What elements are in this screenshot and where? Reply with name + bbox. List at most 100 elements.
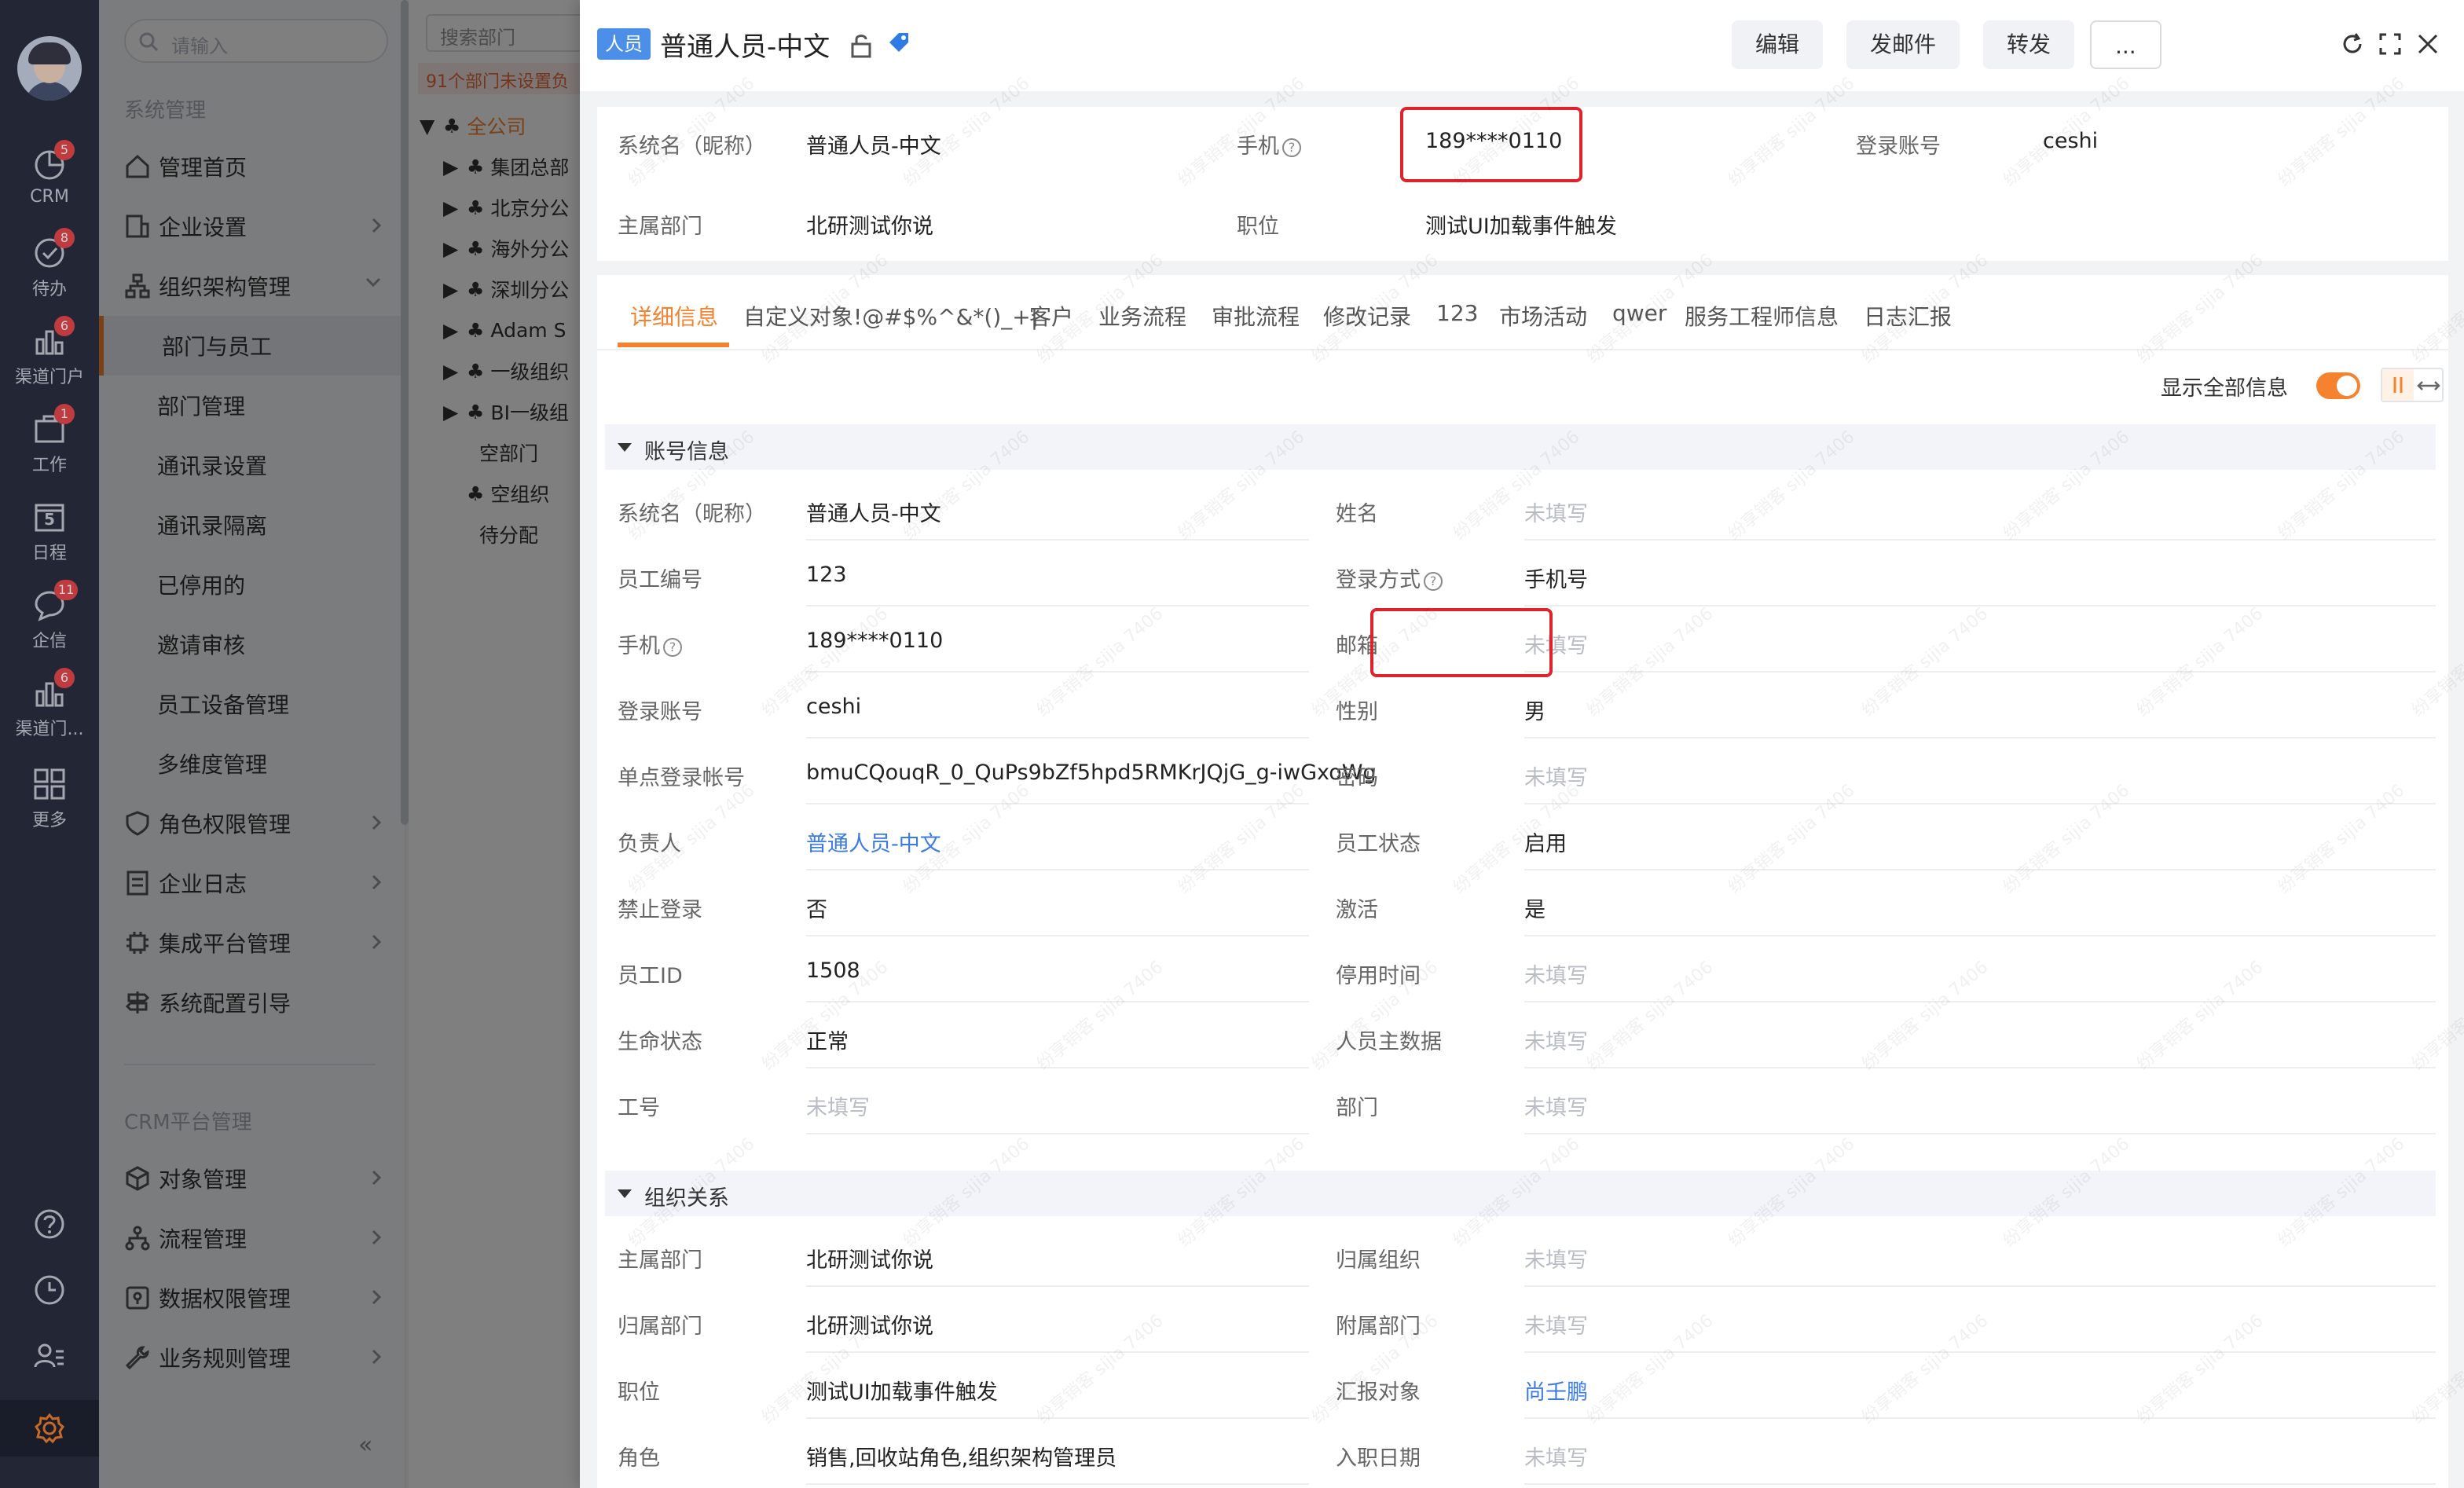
close-icon[interactable] [2415,31,2440,57]
summary-position-value: 测试UI加载事件触发 [1425,214,1617,239]
field-divider [1524,1067,2436,1068]
summary-dept-value: 北研测试你说 [806,214,933,239]
field-divider [806,671,1309,673]
field-value: 普通人员-中文 [806,502,941,526]
more-button[interactable]: ... [2090,20,2162,69]
field-value: 未填写 [1524,502,1588,526]
field-divider [806,869,1309,870]
field-label: 归属组织 [1336,1243,1421,1274]
overlay-mask[interactable] [99,0,580,1488]
field-divider [806,605,1309,607]
field-label-text: 员工ID [618,964,683,988]
unlock-icon[interactable] [850,33,872,58]
field-divider [806,935,1309,936]
fullscreen-icon[interactable] [2378,31,2403,57]
field-label-text: 人员主数据 [1336,1030,1442,1054]
summary-account-value: ceshi [2043,129,2099,153]
field-label: 系统名（昵称） [618,497,766,527]
person-detail-panel: 人员 普通人员-中文 编辑 发邮件 转发 ... 系统名（昵称） 普通人员-中文… [580,0,2464,1488]
field-label-text: 角色 [618,1446,660,1471]
refresh-icon[interactable] [2340,31,2365,57]
field-value: 手机号 [1524,568,1588,592]
tag-icon[interactable] [886,30,911,55]
tab-approval-flow[interactable]: 审批流程 [1212,300,1300,332]
field-label: 生命状态 [618,1024,702,1055]
field-value: 未填写 [1524,1030,1588,1054]
layout-switch[interactable] [2381,368,2444,402]
field-label-text: 姓名 [1336,502,1378,526]
show-all-toggle[interactable] [2316,372,2360,399]
field-value: 否 [806,898,827,922]
field-value: 未填写 [1524,1248,1588,1273]
field-divider [1524,737,2436,739]
field-divider [806,1417,1309,1419]
field-label: 工号 [618,1090,660,1121]
field-label: 登录账号 [618,695,702,725]
field-divider [1524,1417,2436,1419]
field-divider [806,1067,1309,1068]
field-label: 角色 [618,1441,660,1472]
tab-service-engineer[interactable]: 服务工程师信息 [1685,300,1839,332]
summary-phone-value: 189****0110 [1425,129,1563,153]
field-label: 负责人 [618,826,681,857]
field-label-text: 汇报对象 [1336,1380,1421,1405]
field-label: 主属部门 [618,1243,702,1274]
field-divider [1524,1001,2436,1002]
summary-label: 登录账号 [1856,134,1941,159]
field-value: 未填写 [806,1096,870,1120]
tab-change-log[interactable]: 修改记录 [1323,300,1411,332]
summary-label: 职位 [1237,214,1279,239]
field-value[interactable]: 普通人员-中文 [806,826,941,857]
tab-details[interactable]: 详细信息 [630,300,718,332]
field-label-text: 部门 [1336,1096,1378,1120]
tab-customer[interactable]: 客户 [1029,300,1073,332]
tab-marketing[interactable]: 市场活动 [1499,300,1587,332]
field-label-text: 负责人 [618,832,681,856]
field-value: 是 [1524,898,1546,922]
tab-qwer[interactable]: qwer [1612,300,1666,326]
field-value: 男 [1524,700,1546,724]
summary-card: 系统名（昵称） 普通人员-中文 手机? 189****0110 登录账号 ces… [597,107,2448,261]
edit-button[interactable]: 编辑 [1732,20,1824,69]
panel-header: 人员 普通人员-中文 编辑 发邮件 转发 ... [580,0,2464,91]
field-divider [806,539,1309,541]
forward-button[interactable]: 转发 [1983,20,2075,69]
tab-active-indicator [618,343,729,347]
send-email-button[interactable]: 发邮件 [1846,20,1960,69]
field-label-text: 附属部门 [1336,1314,1421,1339]
field-label-text: 密码 [1336,766,1378,790]
section-org-relations[interactable]: 组织关系 [605,1171,2436,1216]
field-label: 人员主数据 [1336,1024,1442,1055]
field-label-text: 工号 [618,1096,660,1120]
field-label: 手机? [618,629,682,659]
expand-width-icon[interactable] [2415,374,2442,398]
summary-phone-label: 手机? [1237,129,1301,159]
field-divider [806,1285,1309,1287]
field-value: 未填写 [1524,1096,1588,1120]
tab-custom-object[interactable]: 自定义对象!@#$%^&*()_+| [743,300,1038,332]
field-value: ceshi [806,695,862,719]
section-account-info[interactable]: 账号信息 [605,424,2436,470]
field-divider [806,1133,1309,1134]
field-label-text: 入职日期 [1336,1446,1421,1471]
tab-daily-report[interactable]: 日志汇报 [1864,300,1952,332]
field-divider [1524,605,2436,607]
tab-123[interactable]: 123 [1436,300,1478,326]
field-label-text: 禁止登录 [618,898,702,922]
help-icon[interactable]: ? [1282,138,1301,157]
help-icon[interactable]: ? [663,638,682,657]
two-column-icon[interactable] [2382,369,2414,401]
field-label: 密码 [1336,760,1378,791]
field-label: 员工状态 [1336,826,1421,857]
field-label-text: 员工编号 [618,568,702,592]
tab-business-flow[interactable]: 业务流程 [1098,300,1186,332]
help-icon[interactable]: ? [1424,572,1443,591]
field-divider [1524,1133,2436,1134]
field-label: 停用时间 [1336,958,1421,989]
field-value[interactable]: 尚壬鹏 [1524,1375,1588,1406]
summary-label: 系统名（昵称） [618,134,766,159]
field-label: 职位 [618,1375,660,1406]
field-label-text: 系统名（昵称） [618,502,766,526]
field-label: 登录方式? [1336,563,1443,593]
field-label-text: 登录方式 [1336,568,1421,592]
